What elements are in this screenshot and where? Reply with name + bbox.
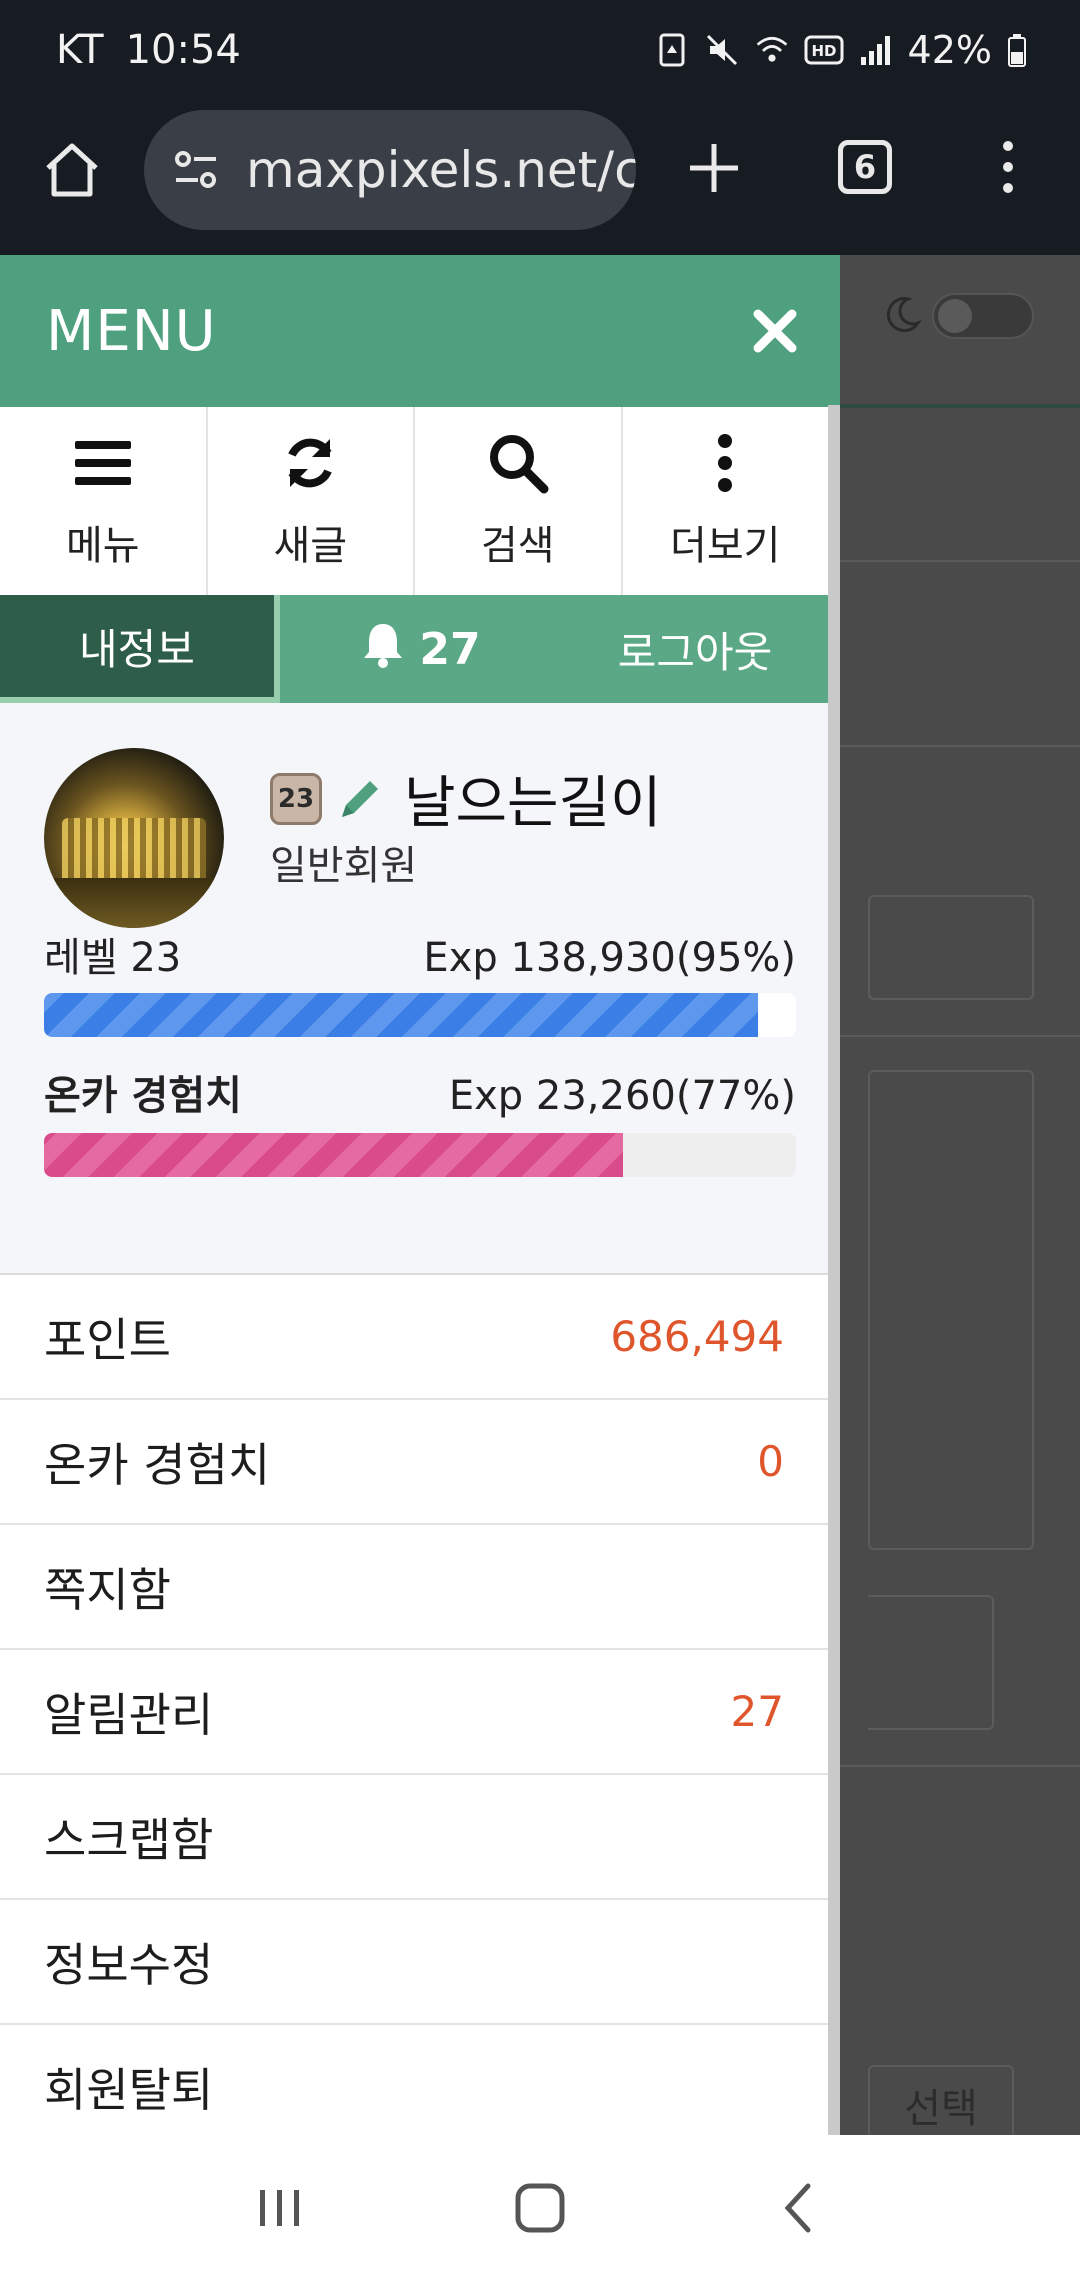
list-item-value: 0 [757,1437,784,1486]
profile-card: 23 날으는길이 일반회원 레벨 23 Exp 138,930(95%) 온카 … [0,703,828,1275]
onca-exp-row: 온카 경험치 Exp 23,260(77%) [44,1063,796,1121]
bell-icon [361,620,405,679]
site-settings-icon[interactable] [170,144,222,196]
level-progress-fill [44,993,759,1037]
background-divider [840,745,1080,747]
svg-text:HD: HD [811,42,836,60]
menu-header: MENU [0,255,840,407]
pencil-icon[interactable] [334,773,386,825]
onca-exp-label: 온카 경험치 [44,1073,242,1119]
status-bar: KT 10:54 HD 42% [0,0,1080,100]
background-box [868,1595,994,1730]
hd-icon: HD [804,32,844,68]
list-item-value: 686,494 [610,1312,784,1361]
background-divider [840,560,1080,562]
recent-apps-icon[interactable] [250,2178,310,2238]
onca-progress-fill [44,1133,624,1177]
clock: 10:54 [125,27,241,73]
new-tab-icon[interactable] [686,140,742,196]
more-button[interactable]: 더보기 [623,407,829,595]
refresh-icon [278,431,342,495]
user-name[interactable]: 날으는길이 [404,758,662,839]
moon-icon [882,295,922,335]
background-select: 선택 [868,2065,1014,2145]
list-item-notification-settings[interactable]: 알림관리 27 [0,1650,828,1775]
level-label: 레벨 23 [44,935,182,981]
level-row: 레벨 23 Exp 138,930(95%) [44,925,796,983]
back-icon[interactable] [770,2178,830,2238]
navigation-bar [0,2135,1080,2280]
menu-button[interactable]: 메뉴 [0,407,208,595]
list-item-messages[interactable]: 쪽지함 [0,1525,828,1650]
list-item-withdraw[interactable]: 회원탈퇴 [0,2025,828,2135]
side-drawer: MENU 메뉴 새글 검색 더보기 내정보 27 로그아웃 23 날으는길이 일… [0,255,840,2135]
tabs-icon[interactable]: 6 [838,140,892,194]
avatar[interactable] [44,748,224,928]
list-item-label: 온카 경험치 [44,1437,271,1492]
more-vertical-icon [693,431,757,495]
list-item-label: 알림관리 [44,1687,214,1742]
list-item-points[interactable]: 포인트 686,494 [0,1275,828,1400]
onca-progress-bar [44,1133,796,1177]
search-button[interactable]: 검색 [415,407,623,595]
close-icon[interactable] [750,306,800,356]
carrier-label: KT [56,27,104,73]
more-label: 더보기 [670,523,781,569]
hamburger-icon [71,431,135,495]
home-icon[interactable] [40,138,104,202]
notification-count: 27 [419,623,481,675]
search-icon [486,431,550,495]
onca-exp-text: Exp 23,260(77%) [448,1073,796,1119]
url-text: maxpixels.net/c [246,141,636,199]
account-menu-list: 포인트 686,494 온카 경험치 0 쪽지함 알림관리 27 스크랩함 정보… [0,1275,828,2135]
drawer-scrollbar[interactable] [828,405,840,2135]
browser-toolbar: maxpixels.net/c 6 [0,100,1080,255]
recycle-icon [654,32,690,68]
list-item-label: 스크랩함 [44,1812,214,1867]
mute-icon [704,32,740,68]
search-label: 검색 [480,523,555,569]
list-item-edit-info[interactable]: 정보수정 [0,1900,828,2025]
tab-logout[interactable]: 로그아웃 [562,595,828,703]
list-item-label: 쪽지함 [44,1562,171,1617]
list-item-value: 27 [730,1687,784,1736]
new-posts-button[interactable]: 새글 [208,407,415,595]
list-item-label: 회원탈퇴 [44,2062,214,2117]
list-item-scraps[interactable]: 스크랩함 [0,1775,828,1900]
menu-title: MENU [46,298,217,364]
battery-icon [1006,32,1028,68]
battery-percent: 42% [907,28,992,72]
background-divider [840,1765,1080,1767]
tab-notifications[interactable]: 27 [280,595,562,703]
home-nav-icon[interactable] [510,2178,570,2238]
background-input [868,895,1034,1000]
account-tabs: 내정보 27 로그아웃 [0,595,828,703]
dark-mode-toggle[interactable] [932,293,1034,339]
tool-grid: 메뉴 새글 검색 더보기 [0,407,828,595]
menu-button-label: 메뉴 [65,523,140,569]
more-icon[interactable] [994,136,1022,198]
background-divider [840,1035,1080,1037]
level-progress-bar [44,993,796,1037]
list-item-label: 포인트 [44,1312,171,1367]
list-item-label: 정보수정 [44,1937,214,1992]
screen: KT 10:54 HD 42% maxpixels.net/c 6 선택 MEN… [0,0,1080,2280]
tab-my-info[interactable]: 내정보 [0,595,280,703]
signal-icon [858,32,894,68]
user-grade: 일반회원 [270,843,418,889]
address-bar[interactable]: maxpixels.net/c [144,110,636,230]
level-badge: 23 [270,772,322,825]
new-posts-label: 새글 [273,523,348,569]
wifi-icon [754,32,790,68]
name-row: 23 날으는길이 [270,758,662,839]
list-item-onca-exp[interactable]: 온카 경험치 0 [0,1400,828,1525]
background-textarea [868,1070,1034,1550]
level-exp-text: Exp 138,930(95%) [423,935,796,981]
